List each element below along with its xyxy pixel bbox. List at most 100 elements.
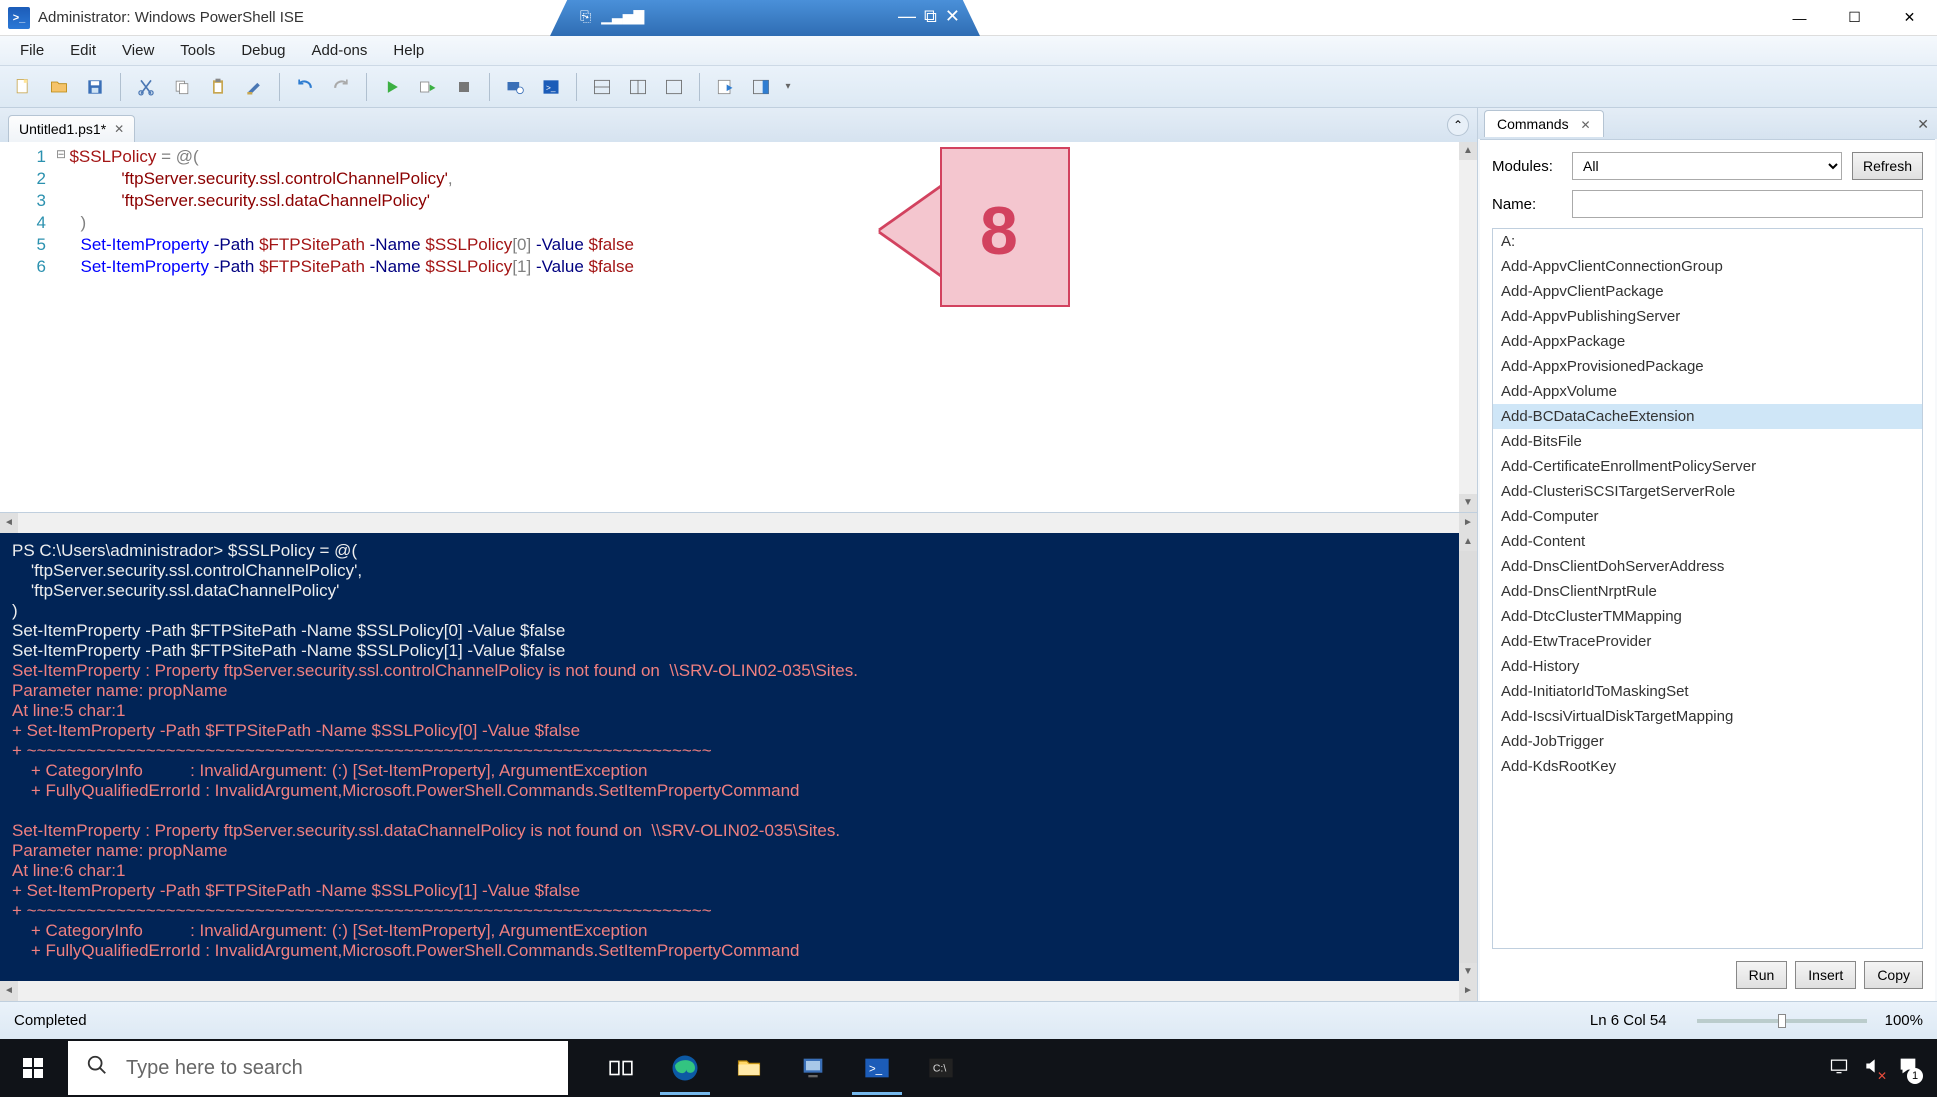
clear-icon[interactable] <box>237 70 271 104</box>
edge-icon[interactable] <box>654 1041 716 1095</box>
task-view-icon[interactable] <box>590 1041 652 1095</box>
status-text: Completed <box>14 1012 1590 1029</box>
powershell-window-icon[interactable]: >_ <box>534 70 568 104</box>
new-file-icon[interactable] <box>6 70 40 104</box>
remote-session-tab: ⎘ ▁▃▅▇ — ⧉ ✕ <box>550 0 980 36</box>
zoom-level: 100% <box>1885 1012 1923 1029</box>
run-button[interactable]: Run <box>1736 961 1788 989</box>
name-input[interactable] <box>1572 190 1923 218</box>
remote-icon[interactable] <box>498 70 532 104</box>
title-bar: >_ Administrator: Windows PowerShell ISE… <box>0 0 1937 36</box>
commands-list[interactable]: A:Add-AppvClientConnectionGroupAdd-AppvC… <box>1492 228 1923 949</box>
command-item[interactable]: Add-BCDataCacheExtension <box>1493 404 1922 429</box>
command-item[interactable]: Add-ClusteriSCSITargetServerRole <box>1493 479 1922 504</box>
script-horizontal-scrollbar[interactable]: ◄► <box>0 513 1477 533</box>
command-item[interactable]: Add-DnsClientDohServerAddress <box>1493 554 1922 579</box>
menu-debug[interactable]: Debug <box>229 38 297 63</box>
layout-console-icon[interactable] <box>657 70 691 104</box>
menu-bar: File Edit View Tools Debug Add-ons Help <box>0 36 1937 66</box>
show-command-icon[interactable] <box>708 70 742 104</box>
undo-icon[interactable] <box>288 70 322 104</box>
command-item[interactable]: Add-EtwTraceProvider <box>1493 629 1922 654</box>
menu-view[interactable]: View <box>110 38 166 63</box>
script-vertical-scrollbar[interactable]: ▲▼ <box>1459 142 1477 512</box>
annotation-callout: 8 <box>880 147 1070 312</box>
inner-minimize-icon[interactable]: — <box>898 6 916 27</box>
commands-tab[interactable]: Commands ✕ <box>1484 110 1604 137</box>
refresh-button[interactable]: Refresh <box>1852 152 1923 180</box>
command-item[interactable]: Add-CertificateEnrollmentPolicyServer <box>1493 454 1922 479</box>
svg-text:>_: >_ <box>546 82 556 92</box>
start-button[interactable] <box>0 1039 66 1097</box>
command-item[interactable]: Add-BitsFile <box>1493 429 1922 454</box>
command-item[interactable]: Add-Content <box>1493 529 1922 554</box>
menu-edit[interactable]: Edit <box>58 38 108 63</box>
save-icon[interactable] <box>78 70 112 104</box>
inner-close-icon[interactable]: ✕ <box>945 6 960 27</box>
search-placeholder: Type here to search <box>126 1057 303 1080</box>
command-item[interactable]: Add-History <box>1493 654 1922 679</box>
copy-button[interactable]: Copy <box>1864 961 1923 989</box>
layout-both-icon[interactable] <box>585 70 619 104</box>
toolbar-dropdown-icon[interactable]: ▾ <box>780 70 796 104</box>
script-tab[interactable]: Untitled1.ps1* ✕ <box>8 115 135 142</box>
command-item[interactable]: Add-AppxProvisionedPackage <box>1493 354 1922 379</box>
taskbar-search[interactable]: Type here to search <box>68 1041 568 1095</box>
command-item[interactable]: Add-InitiatorIdToMaskingSet <box>1493 679 1922 704</box>
console-horizontal-scrollbar[interactable]: ◄► <box>0 981 1477 1001</box>
menu-tools[interactable]: Tools <box>168 38 227 63</box>
close-button[interactable]: ✕ <box>1882 0 1937 36</box>
command-item[interactable]: Add-Computer <box>1493 504 1922 529</box>
show-addon-icon[interactable] <box>744 70 778 104</box>
tab-close-icon[interactable]: ✕ <box>114 122 124 136</box>
explorer-icon[interactable] <box>718 1041 780 1095</box>
script-editor[interactable]: 123456 ⊟ $SSLPolicy = @( 'ftpServer.secu… <box>0 142 1477 513</box>
minimize-button[interactable]: — <box>1772 0 1827 36</box>
command-item[interactable]: Add-DtcClusterTMMapping <box>1493 604 1922 629</box>
redo-icon[interactable] <box>324 70 358 104</box>
command-item[interactable]: Add-IscsiVirtualDiskTargetMapping <box>1493 704 1922 729</box>
cmd-taskbar-icon[interactable]: C:\ <box>910 1041 972 1095</box>
command-item[interactable]: Add-AppxVolume <box>1493 379 1922 404</box>
menu-file[interactable]: File <box>8 38 56 63</box>
insert-button[interactable]: Insert <box>1795 961 1856 989</box>
collapse-script-icon[interactable]: ⌃ <box>1447 114 1469 136</box>
command-item[interactable]: Add-AppvClientConnectionGroup <box>1493 254 1922 279</box>
tray-display-icon[interactable] <box>1829 1056 1849 1081</box>
powershell-taskbar-icon[interactable]: >_ <box>846 1041 908 1095</box>
console-pane[interactable]: PS C:\Users\administrador> $SSLPolicy = … <box>0 533 1477 981</box>
run-selection-icon[interactable] <box>411 70 445 104</box>
cursor-position: Ln 6 Col 54 <box>1590 1012 1667 1029</box>
paste-icon[interactable] <box>201 70 235 104</box>
open-file-icon[interactable] <box>42 70 76 104</box>
cut-icon[interactable] <box>129 70 163 104</box>
tab-title: Untitled1.ps1* <box>19 121 106 137</box>
command-item[interactable]: Add-KdsRootKey <box>1493 754 1922 779</box>
command-item[interactable]: Add-AppxPackage <box>1493 329 1922 354</box>
run-icon[interactable] <box>375 70 409 104</box>
menu-addons[interactable]: Add-ons <box>300 38 380 63</box>
console-input: PS C:\Users\administrador> $SSLPolicy = … <box>12 541 565 660</box>
stop-icon[interactable] <box>447 70 481 104</box>
code-content[interactable]: $SSLPolicy = @( 'ftpServer.security.ssl.… <box>60 146 1457 278</box>
layout-script-icon[interactable] <box>621 70 655 104</box>
command-item[interactable]: Add-AppvPublishingServer <box>1493 304 1922 329</box>
maximize-button[interactable]: ☐ <box>1827 0 1882 36</box>
command-item[interactable]: A: <box>1493 229 1922 254</box>
zoom-slider[interactable] <box>1697 1019 1867 1023</box>
console-vertical-scrollbar[interactable]: ▲▼ <box>1459 533 1477 981</box>
copy-icon[interactable] <box>165 70 199 104</box>
panel-close-icon[interactable]: ✕ <box>1917 116 1929 133</box>
command-item[interactable]: Add-DnsClientNrptRule <box>1493 579 1922 604</box>
signal-icon: ▁▃▅▇ <box>601 8 644 25</box>
server-manager-icon[interactable] <box>782 1041 844 1095</box>
modules-select[interactable]: All <box>1572 152 1842 180</box>
command-item[interactable]: Add-JobTrigger <box>1493 729 1922 754</box>
tray-volume-icon[interactable]: ✕ <box>1863 1056 1883 1081</box>
status-bar: Completed Ln 6 Col 54 100% <box>0 1001 1937 1039</box>
command-item[interactable]: Add-AppvClientPackage <box>1493 279 1922 304</box>
inner-restore-icon[interactable]: ⧉ <box>924 6 937 27</box>
commands-tab-close-icon[interactable]: ✕ <box>1580 118 1590 132</box>
menu-help[interactable]: Help <box>381 38 436 63</box>
notifications-icon[interactable]: 1 <box>1897 1055 1919 1082</box>
